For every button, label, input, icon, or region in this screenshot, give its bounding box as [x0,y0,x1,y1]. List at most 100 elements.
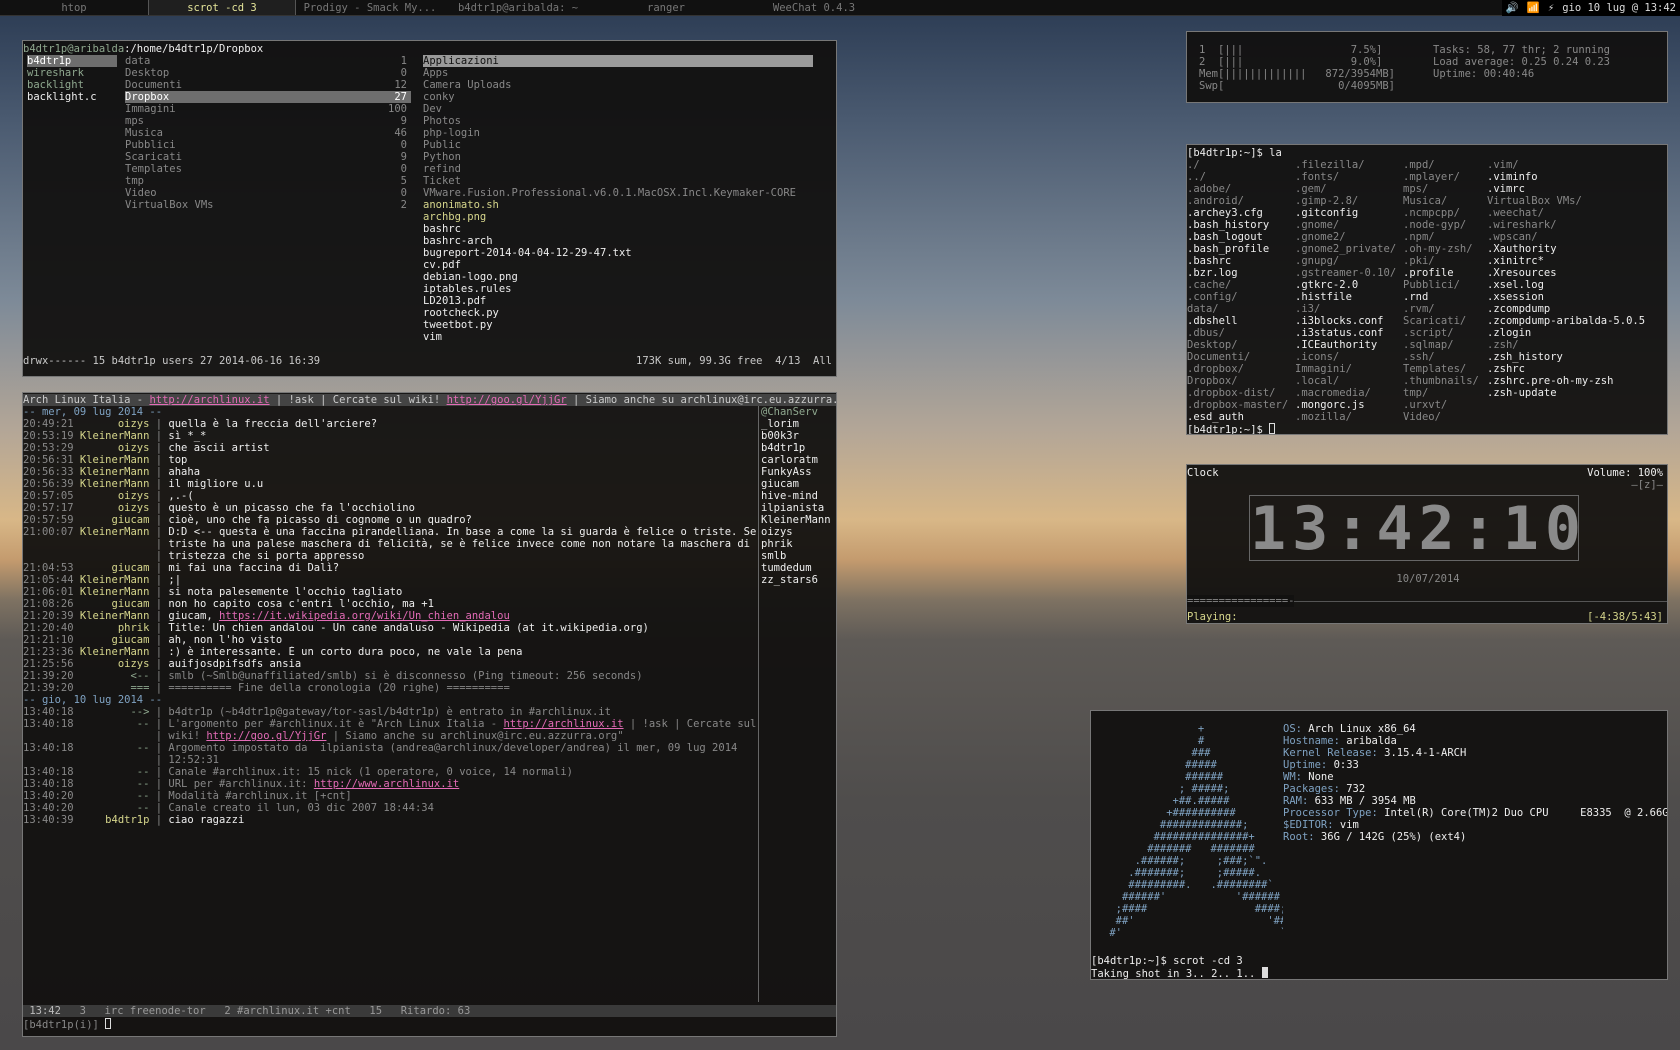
ranger-preview-file[interactable]: tweetbot.py [423,319,833,331]
chat-nick[interactable]: giucam [74,514,150,526]
ranger-dir-item[interactable]: Templates 0 [125,163,411,175]
ranger-preview-dir[interactable]: conky [423,91,833,103]
ranger-dir-item[interactable]: tmp 5 [125,175,411,187]
ranger-window[interactable]: b4dtr1p@aribalda:/home/b4dtr1p/Dropbox b… [22,40,837,377]
ranger-preview-file[interactable]: vim [423,331,833,343]
ranger-preview-dir[interactable]: Dev [423,103,833,115]
ranger-parent-item[interactable]: wireshark [27,67,117,79]
ranger-preview-dir[interactable]: Applicazioni [423,55,813,67]
ranger-dir-item[interactable]: Dropbox 27 [125,91,411,103]
htop-window[interactable]: 1 [||| 7.5%] 2 [||| 9.0%] Mem[||||||||||||… [1186,31,1668,103]
ranger-preview-file[interactable]: cv.pdf [423,259,833,271]
chat-nick[interactable] [74,550,150,562]
nicklist[interactable]: @ChanServ _lorim b00k3r b4dtr1p carloratm Fun… [761,406,836,586]
nick-item[interactable]: carloratm [761,454,836,466]
ranger-parent-item[interactable]: backlight [27,79,117,91]
nick-item[interactable]: b4dtr1p [761,442,836,454]
ranger-dir-item[interactable]: data 1 [125,55,411,67]
ranger-parent-item[interactable]: backlight.c [27,91,117,103]
chat-nick[interactable]: b4dtr1p [74,814,149,826]
ranger-preview-file[interactable]: bugreport-2014-04-04-12-29-47.txt [423,247,833,259]
chat-nick[interactable] [74,538,150,550]
chat-nick[interactable]: KleinerMann [74,430,150,442]
chat-nick[interactable]: === [74,682,149,694]
ranger-preview-dir[interactable]: Python [423,151,833,163]
ranger-preview-file[interactable]: iptables.rules [423,283,833,295]
chat-nick[interactable]: KleinerMann [74,610,150,622]
ranger-preview-dir[interactable]: VMware.Fusion.Professional.v6.0.1.MacOSX… [423,187,833,199]
chat-nick[interactable]: -- [74,742,150,754]
workspace-tab[interactable]: Prodigy - Smack My... [296,0,444,15]
nick-item[interactable]: smlb [761,550,836,562]
chat-nick[interactable]: -- [74,802,150,814]
chat-nick[interactable]: giucam [74,598,150,610]
chat-nick[interactable]: oizys [74,658,150,670]
ranger-preview-file[interactable]: bashrc [423,223,833,235]
chat-link[interactable]: http://archlinux.it [503,718,623,730]
nick-item[interactable]: b00k3r [761,430,836,442]
nick-item[interactable]: hive-mind [761,490,836,502]
chat-nick[interactable]: giucam [74,634,150,646]
chat-nick[interactable]: -- [74,766,150,778]
chat-link[interactable]: http://goo.gl/YjjGr [206,730,326,742]
ranger-preview-dir[interactable]: Camera Uploads [423,79,833,91]
weechat-window[interactable]: Arch Linux Italia - http://archlinux.it … [22,392,837,1037]
chat-nick[interactable]: oizys [74,502,150,514]
chat-nick[interactable]: KleinerMann [74,526,150,538]
chat-nick[interactable] [74,754,150,766]
nick-item[interactable]: phrik [761,538,836,550]
ranger-preview-dir[interactable]: Ticket [423,175,833,187]
ranger-preview-column[interactable]: Applicazioni Apps Camera Uploads conky Dev Ph… [423,55,833,343]
archey-terminal-window[interactable]: + # ### ##### ###### ; #####; +##.##### … [1090,710,1668,980]
workspace-tab[interactable]: scrot -cd 3 [148,0,296,15]
chat-nick[interactable]: KleinerMann [74,646,150,658]
chat-link[interactable]: http://www.archlinux.it [314,778,459,790]
clock-window[interactable]: Clock Volume: 100% —[z]— 13:42:10 10/07/… [1186,464,1668,624]
workspace-tab[interactable]: b4dtr1p@aribalda: ~ [444,0,592,15]
ranger-dir-item[interactable]: Documenti 12 [125,79,411,91]
ranger-dir-item[interactable]: VirtualBox VMs 2 [125,199,411,211]
ranger-dir-item[interactable]: Scaricati 9 [125,151,411,163]
ranger-preview-dir[interactable]: refind [423,163,833,175]
ranger-dir-item[interactable]: Musica 46 [125,127,411,139]
progress-bar[interactable]: ================- [1187,595,1295,607]
ranger-dir-item[interactable]: Video 0 [125,187,411,199]
ranger-preview-file[interactable]: rootcheck.py [423,307,833,319]
chat-nick[interactable]: oizys [74,490,150,502]
chat-nick[interactable]: --> [74,706,149,718]
nick-item[interactable]: tumdedum [761,562,836,574]
chat-nick[interactable]: KleinerMann [74,478,150,490]
ranger-preview-dir[interactable]: Photos [423,115,833,127]
nick-item[interactable]: zz_stars6 [761,574,836,586]
ranger-dir-item[interactable]: Desktop 0 [125,67,411,79]
topic-link-goo[interactable]: http://goo.gl/YjjGr [447,394,567,406]
nick-item[interactable]: FunkyAss [761,466,836,478]
chat-nick[interactable]: KleinerMann [74,454,150,466]
ranger-preview-file[interactable]: anonimato.sh [423,199,833,211]
battery-icon[interactable]: ⚡ [1548,0,1554,16]
chat-nick[interactable]: -- [74,790,150,802]
chat-nick[interactable]: -- [74,778,150,790]
nick-item[interactable]: ilpianista [761,502,836,514]
ranger-parent-column[interactable]: b4dtr1p wireshark backlight backlight.c [27,55,117,103]
chat-nick[interactable]: oizys [74,442,150,454]
chat-nick[interactable] [74,730,150,742]
ranger-preview-file[interactable]: LD2013.pdf [423,295,833,307]
ranger-preview-file[interactable]: bashrc-arch [423,235,833,247]
chat-nick[interactable]: KleinerMann [74,586,150,598]
chat-nick[interactable]: KleinerMann [74,574,150,586]
nick-item[interactable]: @ChanServ [761,406,836,418]
chat-nick[interactable]: -- [74,718,150,730]
nick-item[interactable]: _lorim [761,418,836,430]
ls-terminal-window[interactable]: [b4dtr1p:~]$ la ./../.adobe/.android/.ar… [1186,144,1668,435]
workspace-tab[interactable]: htop [0,0,148,15]
chat-nick[interactable]: giucam [74,562,150,574]
chat-nick[interactable]: KleinerMann [74,466,150,478]
ranger-preview-dir[interactable]: php-login [423,127,833,139]
network-icon[interactable]: 📶 [1527,0,1540,16]
ranger-preview-file[interactable]: debian-logo.png [423,271,833,283]
ranger-preview-file[interactable]: archbg.png [423,211,833,223]
chat-link[interactable]: https://it.wikipedia.org/wiki/Un_chien_a… [219,610,510,622]
ranger-dir-item[interactable]: mps 9 [125,115,411,127]
ranger-current-column[interactable]: data 1 Desktop 0 Documenti 12 Dropbox 27 Immagin… [125,55,435,211]
